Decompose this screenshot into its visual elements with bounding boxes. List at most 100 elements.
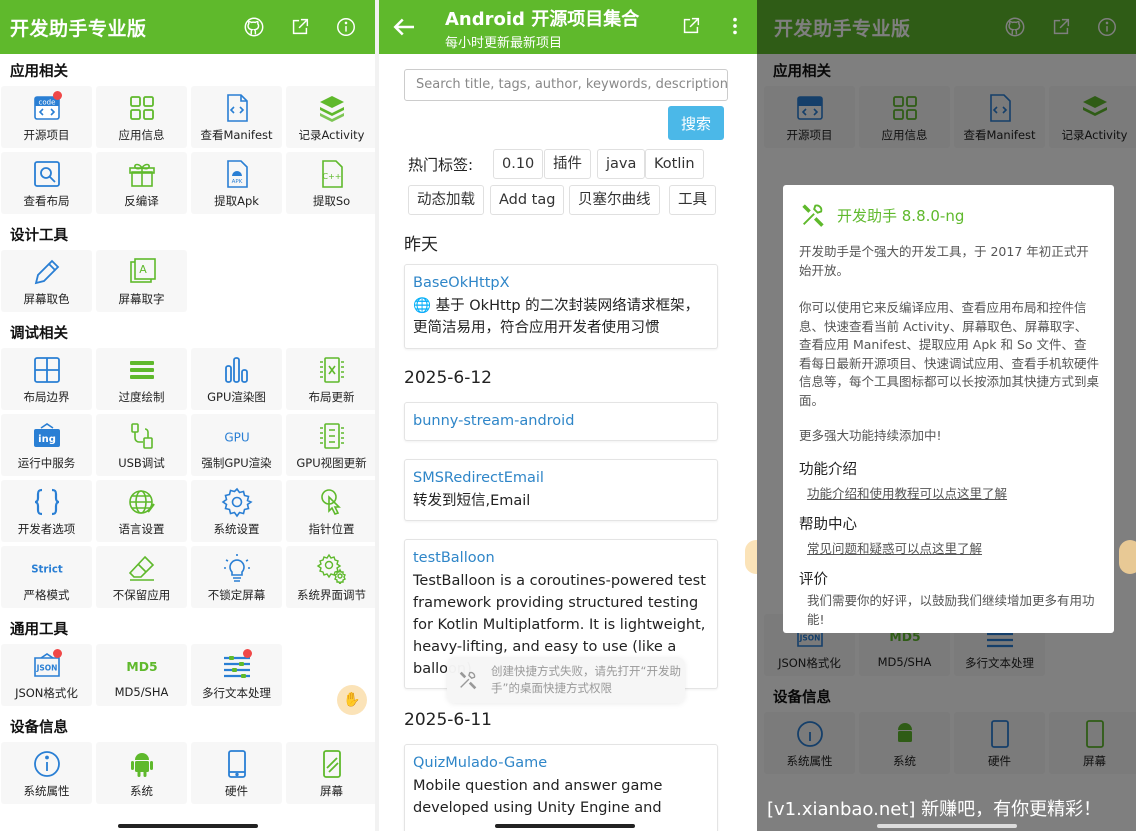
tool-label: 系统属性 — [23, 784, 70, 798]
tool-label: 不锁定屏幕 — [207, 588, 266, 602]
floating-bubble[interactable] — [745, 540, 757, 574]
svg-text:C++: C++ — [322, 172, 341, 181]
tool-label: 系统 — [130, 784, 153, 798]
main-screen: 开发助手专业版 应用相关 code 开源项目 应用信息 查看Manifest 记… — [0, 0, 375, 831]
cpp-file-icon: C++ — [316, 158, 348, 190]
home-indicator[interactable] — [877, 824, 1017, 828]
home-indicator[interactable] — [495, 824, 635, 828]
tag-chip[interactable]: java — [597, 149, 646, 179]
dialog-title: 开发助手 8.8.0-ng — [837, 206, 965, 225]
tool-color-picker[interactable]: 屏幕取色 — [1, 250, 92, 312]
home-indicator[interactable] — [118, 824, 258, 828]
tool-text-capture[interactable]: A 屏幕取字 — [96, 250, 187, 312]
tool-label: 提取So — [312, 194, 351, 208]
floating-bubble[interactable] — [1119, 540, 1136, 574]
project-card[interactable]: BaseOkHttpX 🌐 基于 OkHttp 的二次封装网络请求框架，更简洁易… — [404, 264, 718, 349]
share-icon[interactable] — [277, 4, 323, 50]
tool-system-settings[interactable]: 系统设置 — [191, 480, 282, 542]
more-vert-icon[interactable] — [719, 10, 751, 42]
tool-hardware[interactable]: 硬件 — [191, 742, 282, 804]
gpu-view-icon — [316, 420, 348, 452]
project-card[interactable]: SMSRedirectEmail 转发到短信,Email — [404, 459, 718, 521]
globe-icon — [126, 486, 158, 518]
tool-force-gpu[interactable]: GPU 强制GPU渲染 — [191, 414, 282, 476]
project-title[interactable]: testBalloon — [413, 548, 709, 568]
section-grid: 屏幕取色 A 屏幕取字 — [0, 250, 375, 316]
section-grid: 系统属性 系统 硬件 屏幕 — [0, 742, 375, 808]
tool-json-format[interactable]: JSON JSON格式化 — [1, 644, 92, 706]
tool-decompile[interactable]: 反编译 — [96, 152, 187, 214]
date-header: 昨天 — [404, 235, 438, 255]
tag-chip[interactable]: 贝塞尔曲线 — [569, 185, 660, 215]
project-description: 🌐 基于 OkHttp 的二次封装网络请求框架，更简洁易用，符合应用开发者使用习… — [413, 298, 700, 336]
tool-view-layout[interactable]: 查看布局 — [1, 152, 92, 214]
back-arrow-icon[interactable] — [389, 12, 419, 42]
eraser-icon — [126, 552, 158, 584]
hot-tags-label: 热门标签: — [408, 156, 474, 174]
android-icon — [126, 748, 158, 780]
layout-bounds-icon — [31, 354, 63, 386]
tool-developer-options[interactable]: 开发者选项 — [1, 480, 92, 542]
tool-system-properties[interactable]: 系统属性 — [1, 742, 92, 804]
tool-usb-debug[interactable]: USB调试 — [96, 414, 187, 476]
project-title[interactable]: QuizMulado-Game — [413, 753, 709, 773]
tool-record-activity[interactable]: 记录Activity — [286, 86, 375, 148]
tool-label: 应用信息 — [118, 128, 165, 142]
tool-md5-sha[interactable]: MD5 MD5/SHA — [96, 644, 187, 706]
tool-label: 屏幕取字 — [118, 292, 165, 306]
project-card[interactable]: bunny-stream-android — [404, 402, 718, 441]
phone-icon — [221, 748, 253, 780]
floating-action-button[interactable]: ✋ — [337, 685, 367, 715]
share-icon[interactable] — [675, 10, 707, 42]
tool-running-services[interactable]: ing 运行中服务 — [1, 414, 92, 476]
tool-pointer-location[interactable]: 指针位置 — [286, 480, 375, 542]
tool-label: 过度绘制 — [118, 390, 165, 404]
layout-update-icon — [316, 354, 348, 386]
tool-label: 布局更新 — [308, 390, 355, 404]
tag-chip[interactable]: 0.10 — [493, 149, 544, 179]
project-title[interactable]: bunny-stream-android — [413, 411, 709, 431]
tool-label: 运行中服务 — [17, 456, 76, 470]
tool-strict-mode[interactable]: Strict 严格模式 — [1, 546, 92, 608]
app-title: 开发助手专业版 — [10, 17, 147, 40]
watermark-text: [v1.xianbao.net] 新赚吧，有你更精彩！ — [767, 799, 1102, 820]
info-icon[interactable] — [323, 4, 369, 50]
tool-label: 系统界面调节 — [297, 588, 366, 602]
search-input[interactable]: Search title, tags, author, keywords, de… — [404, 69, 728, 101]
about-dialog: 开发助手 8.8.0-ng 开发助手是个强大的开发工具，于 2017 年初正式开… — [783, 185, 1114, 633]
project-title[interactable]: SMSRedirectEmail — [413, 468, 709, 488]
feature-intro-link[interactable]: 功能介绍和使用教程可以点这里了解 — [807, 483, 1007, 502]
tool-language-settings[interactable]: 语言设置 — [96, 480, 187, 542]
tool-extract-apk[interactable]: APK 提取Apk — [191, 152, 282, 214]
tool-open-source[interactable]: code 开源项目 — [1, 86, 92, 148]
tool-view-manifest[interactable]: 查看Manifest — [191, 86, 282, 148]
tag-chip[interactable]: 工具 — [669, 185, 716, 215]
tool-system[interactable]: 系统 — [96, 742, 187, 804]
tag-chip[interactable]: 动态加载 — [408, 185, 484, 215]
tool-layout-update[interactable]: 布局更新 — [286, 348, 375, 410]
tag-chip[interactable]: 插件 — [544, 149, 591, 179]
dialog-intro: 开发助手是个强大的开发工具，于 2017 年初正式开始开放。 — [799, 244, 1089, 278]
tool-dont-keep-activities[interactable]: 不保留应用 — [96, 546, 187, 608]
info-circle-icon — [31, 748, 63, 780]
tool-gpu-render-chart[interactable]: GPU渲染图 — [191, 348, 282, 410]
section-title: 调试相关 — [10, 326, 68, 342]
tool-layout-bounds[interactable]: 布局边界 — [1, 348, 92, 410]
tool-multiline-text[interactable]: 多行文本处理 — [191, 644, 282, 706]
tag-chip[interactable]: Kotlin — [645, 149, 704, 179]
search-button[interactable]: 搜索 — [668, 106, 724, 140]
help-center-link[interactable]: 常见问题和疑惑可以点这里了解 — [807, 538, 982, 557]
project-title[interactable]: BaseOkHttpX — [413, 273, 709, 293]
tool-extract-so[interactable]: C++ 提取So — [286, 152, 375, 214]
tool-app-info[interactable]: 应用信息 — [96, 86, 187, 148]
tool-system-ui-tuner[interactable]: 系统界面调节 — [286, 546, 375, 608]
github-icon[interactable] — [231, 4, 277, 50]
tool-stay-awake[interactable]: 不锁定屏幕 — [191, 546, 282, 608]
tool-overdraw[interactable]: 过度绘制 — [96, 348, 187, 410]
open-source-projects-screen: Android 开源项目集合 每小时更新最新项目 Search title, t… — [379, 0, 757, 831]
project-card[interactable]: QuizMulado-Game Mobile question and answ… — [404, 744, 718, 831]
tag-chip[interactable]: Add tag — [490, 185, 565, 215]
tool-label: GPU渲染图 — [207, 390, 266, 404]
tool-screen[interactable]: 屏幕 — [286, 742, 375, 804]
tool-gpu-view-update[interactable]: GPU视图更新 — [286, 414, 375, 476]
